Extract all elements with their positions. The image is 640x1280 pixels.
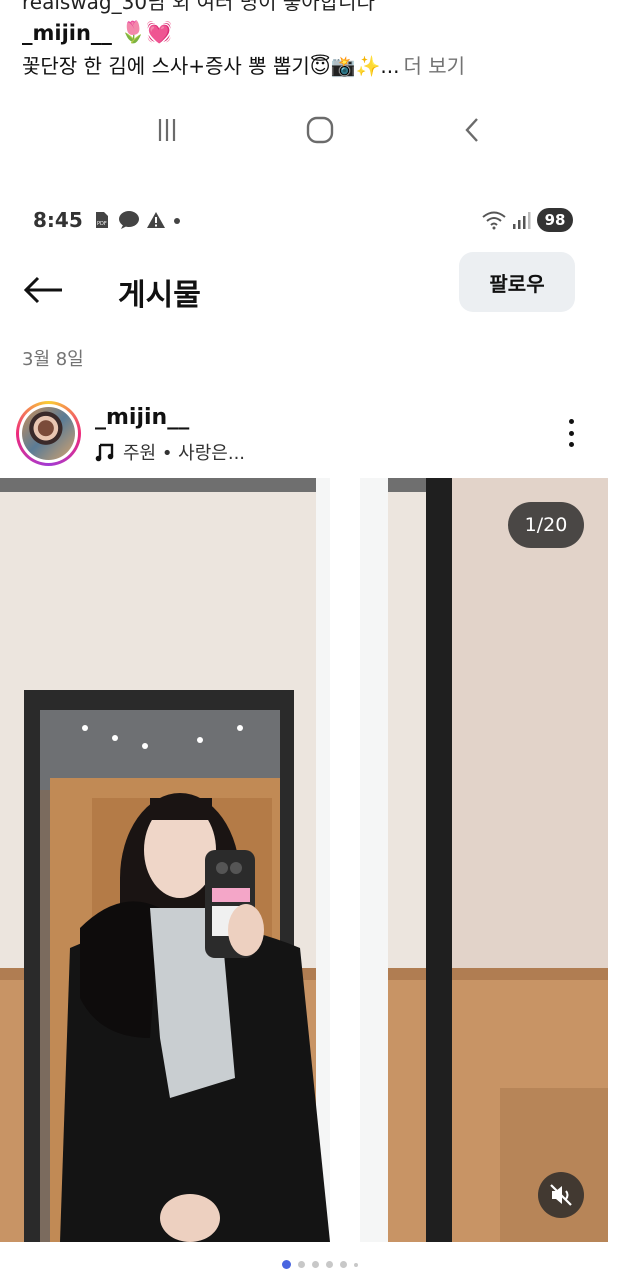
page-title: 게시물 xyxy=(118,278,201,313)
wifi-icon xyxy=(482,211,506,230)
post-date: 3월 8일 xyxy=(22,349,84,370)
home-icon[interactable] xyxy=(300,110,340,150)
carousel-dot xyxy=(326,1261,333,1268)
music-text: 주원 • 사랑은... xyxy=(123,443,246,464)
likes-line: realswag_30님 외 여러 명이 좋아합니다 xyxy=(22,0,375,14)
caption-emoji: 🌷💓 xyxy=(119,20,173,44)
back-arrow-icon[interactable] xyxy=(22,272,66,308)
post-username[interactable]: _mijin__ xyxy=(95,405,189,430)
carousel-dots xyxy=(0,1260,640,1269)
avatar[interactable] xyxy=(16,401,81,466)
carousel-dot xyxy=(298,1261,305,1268)
music-label[interactable]: 주원 • 사랑은... xyxy=(95,439,245,465)
carousel-dot xyxy=(354,1262,358,1267)
caption-body: 꽃단장 한 김에 스사+증사 뽕 뽑기😇📸✨... xyxy=(22,54,400,78)
recents-icon[interactable] xyxy=(147,110,187,150)
system-nav-bar-previous xyxy=(0,100,640,160)
more-link[interactable]: 더 보기 xyxy=(403,50,465,79)
battery-indicator: 98 xyxy=(537,208,573,232)
carousel-dot-active xyxy=(282,1260,291,1269)
post-photo xyxy=(0,478,608,1242)
pdf-icon: PDF xyxy=(96,212,108,228)
warning-icon xyxy=(147,212,165,228)
previous-post-caption: realswag_30님 외 여러 명이 좋아합니다 _mijin__ 🌷💓 꽃… xyxy=(22,0,622,90)
carousel-dot xyxy=(312,1261,319,1268)
post-header-bar: 게시물 팔로우 xyxy=(0,250,640,330)
carousel-dot xyxy=(340,1261,347,1268)
svg-text:PDF: PDF xyxy=(97,221,107,227)
caption-text: 꽃단장 한 김에 스사+증사 뽕 뽑기😇📸✨... 더 보기 xyxy=(22,50,465,79)
status-time: 8:45 xyxy=(33,208,83,232)
signal-icons xyxy=(481,210,531,230)
follow-button[interactable]: 팔로우 xyxy=(459,252,575,312)
dot-icon xyxy=(174,218,180,224)
chat-icon xyxy=(119,211,139,229)
slide-counter: 1/20 xyxy=(508,502,584,548)
music-note-icon xyxy=(95,443,114,462)
more-vertical-icon[interactable] xyxy=(558,415,584,451)
caption-username-text: _mijin__ xyxy=(22,20,112,45)
post-media[interactable]: 1/20 xyxy=(0,478,608,1242)
back-nav-icon[interactable] xyxy=(453,110,493,150)
cell-signal-icon xyxy=(513,212,531,229)
muted-speaker-icon[interactable] xyxy=(538,1172,584,1218)
caption-username[interactable]: _mijin__ 🌷💓 xyxy=(22,20,172,45)
notification-icons: PDF xyxy=(92,210,182,230)
post-author-row: _mijin__ 주원 • 사랑은... xyxy=(0,395,640,475)
